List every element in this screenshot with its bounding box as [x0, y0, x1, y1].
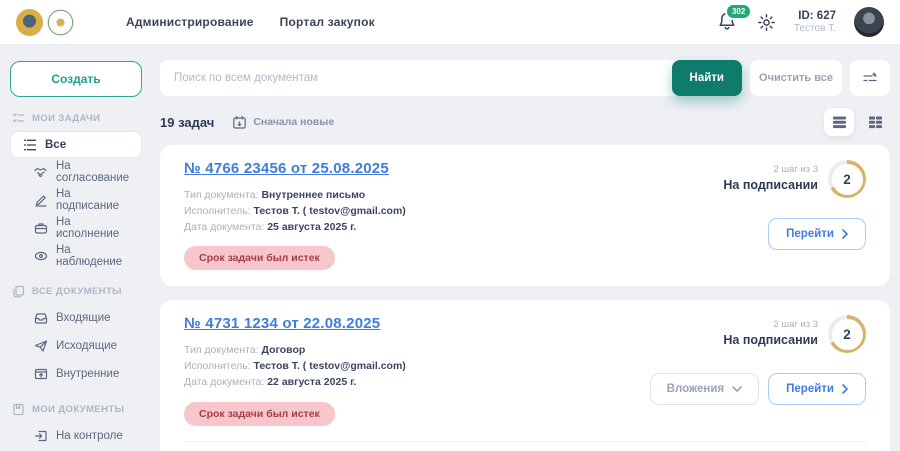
sidebar: Создать МОИ ЗАДАЧИ Все: [0, 45, 152, 451]
app-window: Администрирование Портал закупок 302: [0, 0, 900, 451]
signature-pen-icon: [34, 193, 48, 207]
sidebar-item-for-signing[interactable]: На подписание: [10, 186, 142, 214]
header-right: 302 ID: 627 Тестов Т.: [717, 7, 884, 37]
user-name: Тестов Т.: [794, 23, 836, 36]
documents-stack-icon: [12, 285, 25, 298]
step-progress-ring: 2: [828, 160, 866, 198]
step-number: 2: [832, 164, 863, 195]
filter-button[interactable]: [850, 60, 890, 96]
checklist-icon: [12, 112, 25, 125]
sidebar-item-on-control[interactable]: На контроле: [10, 422, 142, 450]
header-nav: Администрирование Портал закупок: [126, 15, 375, 29]
sort-control[interactable]: Сначала новые: [232, 115, 334, 130]
sidebar-item-for-execution[interactable]: На исполнение: [10, 214, 142, 242]
sidebar-item-for-observation[interactable]: На наблюдение: [10, 242, 142, 270]
calendar-sort-icon: [232, 115, 247, 130]
user-id: ID: 627: [794, 9, 836, 23]
expired-badge: Срок задачи был истек: [184, 246, 335, 270]
ministry-emblem-icon: [47, 9, 74, 36]
grid-view-button[interactable]: [860, 108, 890, 136]
card-right: 2 шаг из 3 На подписании 2 Перейти: [626, 160, 866, 270]
tasks-toolbar: 19 задач Сначала новые: [160, 109, 890, 135]
card-left: № 4766 23456 от 25.08.2025 Тип документа…: [184, 160, 406, 270]
grid-icon: [868, 115, 883, 129]
handshake-icon: [34, 165, 48, 179]
arrow-enter-icon: [34, 429, 48, 443]
notebook-icon: [12, 403, 25, 416]
section-my-documents: МОИ ДОКУМЕНТЫ: [12, 403, 142, 416]
avatar[interactable]: [854, 7, 884, 37]
task-card: № 4731 1234 от 22.08.2025 Тип документа:…: [160, 300, 890, 451]
rows-icon: [832, 115, 847, 129]
paper-plane-icon: [34, 339, 48, 353]
sidebar-item-incoming[interactable]: Входящие: [10, 304, 142, 332]
sidebar-item-internal[interactable]: Внутренние: [10, 360, 142, 388]
inbox-icon: [34, 311, 48, 325]
go-button[interactable]: Перейти: [768, 373, 866, 405]
chevron-right-icon: [842, 229, 848, 239]
create-button[interactable]: Создать: [10, 61, 142, 97]
sidebar-item-for-approval[interactable]: На согласование: [10, 158, 142, 186]
search-row: Найти Очистить все: [160, 60, 890, 96]
search-box: Найти: [160, 60, 742, 96]
attachments-section: Проект договора PDF Приложение 1 (1).pdf…: [184, 441, 866, 451]
tasks-count: 19 задач: [160, 115, 214, 130]
sidebar-item-all[interactable]: Все: [10, 131, 142, 158]
document-link[interactable]: № 4766 23456 от 25.08.2025: [184, 160, 389, 177]
status-label: На подписании: [723, 332, 818, 349]
sidebar-item-outgoing[interactable]: Исходящие: [10, 332, 142, 360]
document-meta: Тип документа: Договор Исполнитель: Тест…: [184, 343, 406, 390]
filter-sliders-icon: [862, 71, 878, 85]
eye-icon: [34, 249, 48, 263]
status-label: На подписании: [723, 177, 818, 194]
list-icon: [23, 138, 37, 152]
card-left: № 4731 1234 от 22.08.2025 Тип документа:…: [184, 315, 406, 425]
search-input[interactable]: [160, 72, 742, 84]
chevron-right-icon: [842, 384, 848, 394]
sort-label: Сначала новые: [253, 116, 334, 128]
state-emblem-icon: [16, 9, 43, 36]
notifications-button[interactable]: 302: [717, 10, 739, 34]
document-link[interactable]: № 4731 1234 от 22.08.2025: [184, 315, 380, 332]
notifications-count-badge: 302: [725, 3, 752, 20]
attachments-button[interactable]: Вложения: [650, 373, 759, 405]
briefcase-icon: [34, 221, 48, 235]
card-right: 2 шаг из 3 На подписании 2 Вложения: [626, 315, 866, 425]
task-card: № 4766 23456 от 25.08.2025 Тип документа…: [160, 145, 890, 286]
find-button[interactable]: Найти: [672, 60, 742, 96]
user-info: ID: 627 Тестов Т.: [794, 9, 836, 36]
step-progress-ring: 2: [828, 315, 866, 353]
expired-badge: Срок задачи был истек: [184, 402, 335, 426]
step-label: 2 шаг из 3: [723, 164, 818, 177]
main-content: Найти Очистить все 19 задач: [152, 45, 900, 451]
view-toggles: [824, 108, 890, 136]
list-view-button[interactable]: [824, 108, 854, 136]
step-number: 2: [832, 319, 863, 350]
section-my-tasks: МОИ ЗАДАЧИ: [12, 112, 142, 125]
section-all-documents: ВСЕ ДОКУМЕНТЫ: [12, 285, 142, 298]
archive-box-icon: [34, 367, 48, 381]
step-label: 2 шаг из 3: [723, 319, 818, 332]
top-header: Администрирование Портал закупок 302: [0, 0, 900, 45]
nav-administration[interactable]: Администрирование: [126, 15, 254, 29]
logo-group: [16, 9, 74, 36]
clear-all-button[interactable]: Очистить все: [750, 60, 842, 96]
nav-procurement-portal[interactable]: Портал закупок: [280, 15, 375, 29]
settings-gear-button[interactable]: [757, 13, 776, 32]
go-button[interactable]: Перейти: [768, 218, 866, 250]
document-meta: Тип документа: Внутреннее письмо Исполни…: [184, 188, 406, 235]
chevron-down-icon: [732, 386, 742, 392]
